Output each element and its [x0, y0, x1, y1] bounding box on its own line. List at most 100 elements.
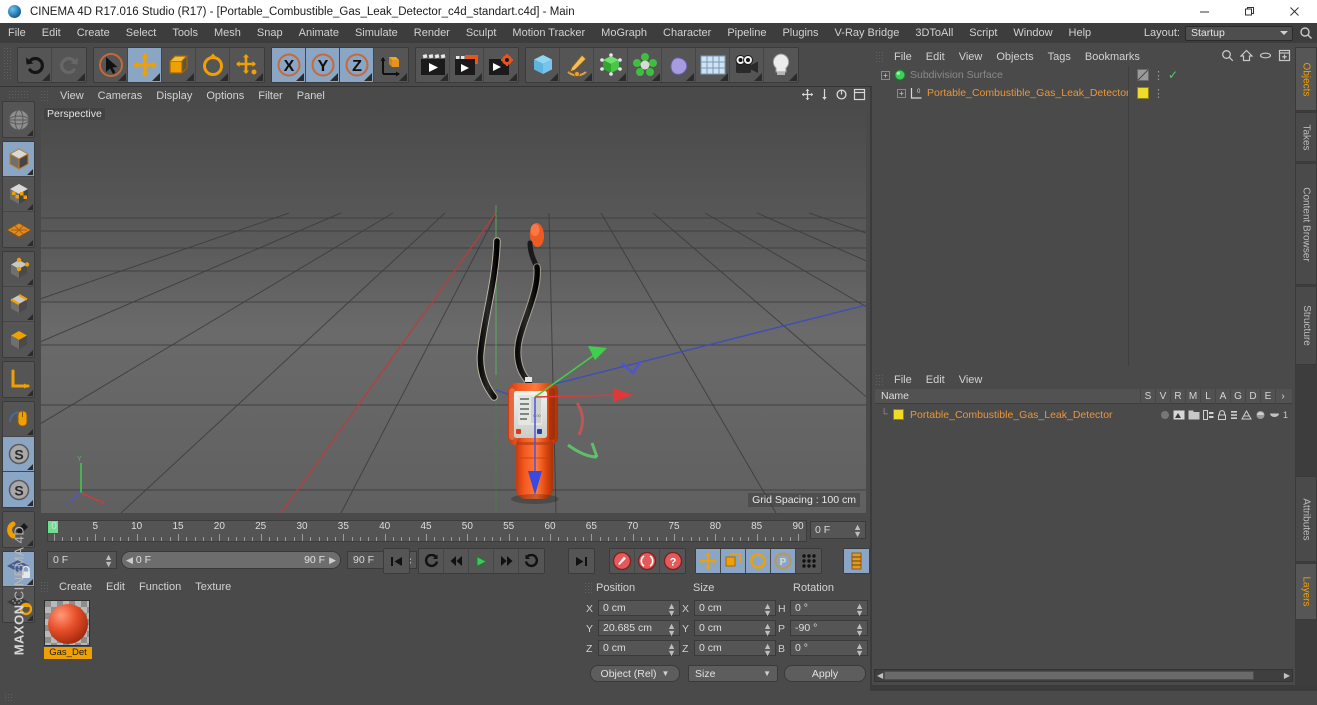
- expand-toggle-icon[interactable]: +: [897, 88, 906, 98]
- coordinates-grip[interactable]: [584, 582, 593, 594]
- viewport-menu-filter[interactable]: Filter: [251, 90, 289, 102]
- camera-icon[interactable]: [730, 48, 764, 82]
- timeline-view-icon[interactable]: [844, 549, 869, 573]
- menu-edit[interactable]: Edit: [34, 23, 69, 43]
- enable-snap-icon[interactable]: S: [3, 472, 34, 507]
- home-icon[interactable]: [1239, 49, 1254, 65]
- minimize-button[interactable]: [1182, 0, 1227, 23]
- object-menu-bookmarks[interactable]: Bookmarks: [1078, 51, 1147, 63]
- render-settings-icon[interactable]: [484, 48, 518, 82]
- object-name[interactable]: Subdivision Surface: [910, 69, 1003, 81]
- material-menu-edit[interactable]: Edit: [99, 581, 132, 593]
- expand-toggle-icon[interactable]: +: [881, 70, 890, 80]
- spinner-icon[interactable]: ▲▼: [763, 642, 772, 658]
- make-editable-icon[interactable]: [3, 102, 34, 137]
- spinner-icon[interactable]: ▲▼: [667, 622, 676, 638]
- position-key-icon[interactable]: [696, 549, 721, 573]
- spinner-icon[interactable]: ▲▼: [853, 523, 862, 539]
- material-swatch[interactable]: [44, 600, 90, 646]
- new-layer-icon[interactable]: [1278, 49, 1291, 65]
- spinner-icon[interactable]: ▲▼: [855, 642, 864, 658]
- more-columns-icon[interactable]: ›: [1275, 388, 1290, 404]
- menu-script[interactable]: Script: [961, 23, 1005, 43]
- layer-column-a[interactable]: A: [1215, 388, 1230, 404]
- layout-dropdown[interactable]: Startup: [1185, 25, 1293, 41]
- material-menu-create[interactable]: Create: [52, 581, 99, 593]
- horizontal-scrollbar[interactable]: ◀ ▶: [874, 669, 1293, 682]
- object-row-1[interactable]: +0 Portable_Combustible_Gas_Leak_Detector…: [875, 84, 1292, 102]
- scene-environment-icon[interactable]: [696, 48, 730, 82]
- keyframe-selection-icon[interactable]: ?: [660, 549, 685, 573]
- current-frame-field[interactable]: 0 F ▲ ▼: [47, 551, 117, 569]
- viewport-menu-view[interactable]: View: [53, 90, 91, 102]
- toolbar-grip[interactable]: [3, 47, 12, 81]
- layer-column-m[interactable]: M: [1185, 388, 1200, 404]
- size-field-1[interactable]: 0 cm ▲ ▼: [694, 620, 776, 638]
- rotate-tool-icon[interactable]: [196, 48, 230, 82]
- lock-y-axis-icon[interactable]: Y: [306, 48, 340, 82]
- material-name[interactable]: Gas_Det: [44, 647, 92, 659]
- layer-column-g[interactable]: G: [1230, 388, 1245, 404]
- model-mode-icon[interactable]: [3, 142, 34, 177]
- previous-key-icon[interactable]: [419, 549, 444, 573]
- maximize-button[interactable]: [1227, 0, 1272, 23]
- layer-menu-file[interactable]: File: [887, 374, 919, 386]
- spinner-icon[interactable]: ▲▼: [104, 553, 113, 569]
- layer-grip[interactable]: [875, 373, 884, 386]
- size-mode-dropdown[interactable]: Size ▼: [688, 665, 778, 682]
- live-selection-icon[interactable]: [94, 48, 128, 82]
- lock-x-axis-icon[interactable]: X: [272, 48, 306, 82]
- menu-mesh[interactable]: Mesh: [206, 23, 249, 43]
- scale-tool-icon[interactable]: [162, 48, 196, 82]
- layer-column-r[interactable]: R: [1170, 388, 1185, 404]
- material-grip[interactable]: [40, 580, 49, 593]
- world-object-axis-icon[interactable]: [374, 48, 408, 82]
- rotation-field-0[interactable]: 0 ° ▲ ▼: [790, 600, 868, 618]
- move-tool-icon[interactable]: [128, 48, 162, 82]
- cube-primitive-icon[interactable]: [526, 48, 560, 82]
- edges-mode-icon[interactable]: [3, 287, 34, 322]
- tab-attributes[interactable]: Attributes: [1295, 476, 1317, 563]
- spinner-icon[interactable]: ▲▼: [763, 622, 772, 638]
- workplane-mode-icon[interactable]: [3, 212, 34, 247]
- spinner-icon[interactable]: ▲▼: [667, 642, 676, 658]
- menu-character[interactable]: Character: [655, 23, 719, 43]
- layer-row[interactable]: └ Portable_Combustible_Gas_Leak_Detector…: [875, 406, 1292, 423]
- rotation-field-2[interactable]: 0 ° ▲ ▼: [790, 640, 868, 658]
- menu-tools[interactable]: Tools: [164, 23, 206, 43]
- scrollbar-thumb[interactable]: [884, 671, 1255, 680]
- autokeying-icon[interactable]: [635, 549, 660, 573]
- polygon-object-icon[interactable]: 0: [910, 87, 923, 99]
- polygons-mode-icon[interactable]: [3, 322, 34, 357]
- viewport-menu-options[interactable]: Options: [199, 90, 251, 102]
- texture-mode-icon[interactable]: [3, 177, 34, 212]
- viewport-grip[interactable]: [40, 90, 49, 102]
- menu-motion-tracker[interactable]: Motion Tracker: [504, 23, 593, 43]
- position-field-1[interactable]: 20.685 cm ▲ ▼: [598, 620, 680, 638]
- search-icon[interactable]: [1299, 26, 1313, 40]
- size-field-2[interactable]: 0 cm ▲ ▼: [694, 640, 776, 658]
- object-menu-view[interactable]: View: [952, 51, 990, 63]
- object-row-0[interactable]: + Subdivision Surface ⋮ ✓: [875, 66, 1292, 84]
- viewport-maximize-icon[interactable]: [853, 88, 866, 104]
- layer-column-s[interactable]: S: [1140, 388, 1155, 404]
- viewport-menu-display[interactable]: Display: [149, 90, 199, 102]
- previous-frame-icon[interactable]: [444, 549, 469, 573]
- tab-structure[interactable]: Structure: [1295, 286, 1317, 366]
- timeline-ruler[interactable]: 0 5 10 15 20 25 30 35 40 45 50 55 60 65 70 75 80 85 90: [47, 520, 807, 542]
- go-to-start-icon[interactable]: [384, 549, 409, 573]
- deformer-bend-icon[interactable]: [662, 48, 696, 82]
- menu-render[interactable]: Render: [406, 23, 458, 43]
- layer-menu-view[interactable]: View: [952, 374, 990, 386]
- spinner-icon[interactable]: ▲▼: [763, 602, 772, 618]
- menu-help[interactable]: Help: [1061, 23, 1100, 43]
- menu-snap[interactable]: Snap: [249, 23, 291, 43]
- viewport-scale-icon[interactable]: [819, 88, 830, 104]
- tab-content-browser[interactable]: Content Browser: [1295, 163, 1317, 286]
- material-menu-function[interactable]: Function: [132, 581, 188, 593]
- render-to-picture-viewer-icon[interactable]: [450, 48, 484, 82]
- object-menu-edit[interactable]: Edit: [919, 51, 952, 63]
- viewport-move-icon[interactable]: [801, 88, 814, 104]
- menu-v-ray-bridge[interactable]: V-Ray Bridge: [827, 23, 908, 43]
- enable-axis-icon[interactable]: S: [3, 437, 34, 472]
